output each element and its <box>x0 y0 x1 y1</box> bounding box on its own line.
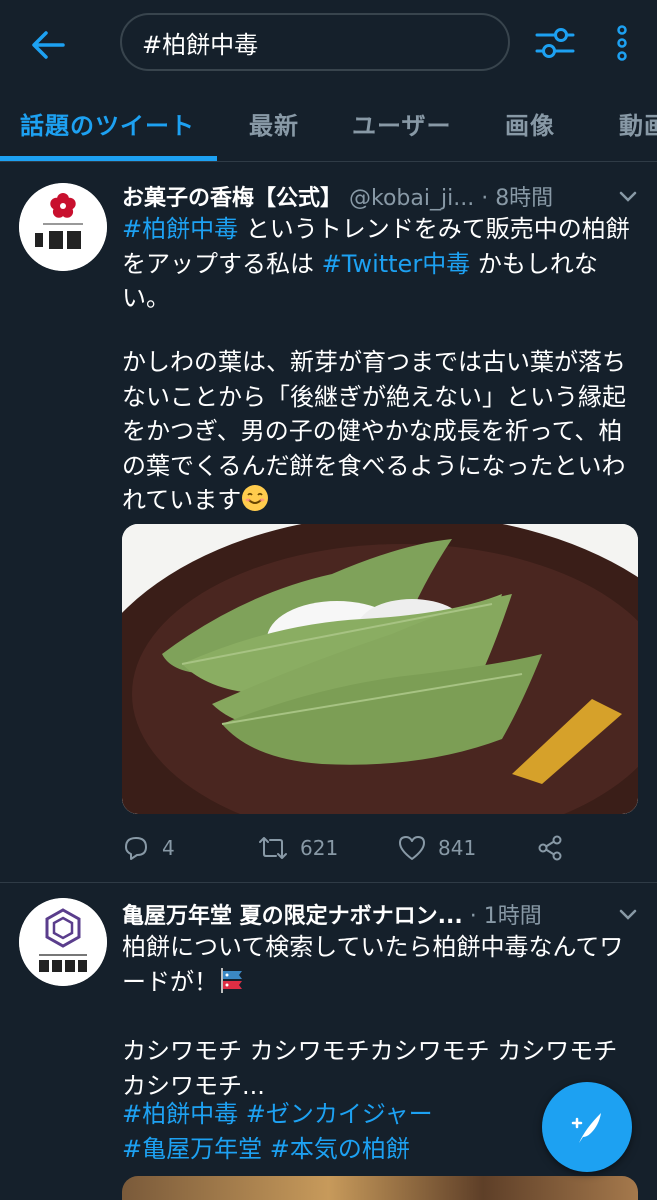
like-count: 841 <box>438 836 477 860</box>
tweet-text: 柏餅について検索していたら柏餅中毒なんてワードが！ <box>122 930 642 999</box>
smiling-face-emoji-icon <box>242 485 269 511</box>
tab-photos[interactable]: 画像 <box>505 106 555 141</box>
more-options-button[interactable] <box>604 20 640 66</box>
compose-icon <box>571 1113 601 1143</box>
hashtag-link[interactable]: #ゼンカイジャー <box>246 1100 433 1128</box>
tweet-menu-button[interactable] <box>617 180 639 214</box>
tweet-image[interactable] <box>122 524 638 814</box>
like-button[interactable]: 841 <box>398 828 476 868</box>
display-name[interactable]: 亀屋万年堂 夏の限定ナボナロン... <box>122 904 463 929</box>
tweet-header: 亀屋万年堂 夏の限定ナボナロン... · 1時間 <box>122 898 639 932</box>
tweet-text-segment: カシワモチ カシワモチカシワモチ カシワモチ カシワモチ... <box>122 1037 625 1100</box>
timestamp: · 8時間 <box>481 186 554 211</box>
search-query: #柏餅中毒 <box>142 30 259 59</box>
tab-videos[interactable]: 動画 <box>619 106 657 141</box>
retweet-count: 621 <box>300 836 339 860</box>
tab-latest[interactable]: 最新 <box>249 106 299 141</box>
compose-tweet-button[interactable] <box>542 1082 632 1172</box>
hashtag-link[interactable]: #柏餅中毒 <box>122 215 238 243</box>
reply-count: 4 <box>162 836 175 860</box>
search-filter-button[interactable] <box>532 20 578 66</box>
tweet-text: #柏餅中毒 というトレンドをみて販売中の柏餅をアップする私は #Twitter中… <box>122 212 642 316</box>
share-icon <box>538 835 562 861</box>
hashtag-link[interactable]: #柏餅中毒 <box>122 1100 238 1128</box>
display-name[interactable]: お菓子の香梅【公式】 <box>122 186 342 211</box>
tweet-actions: 4 621 841 <box>122 828 642 868</box>
reply-icon <box>125 837 147 860</box>
kobai-logo-icon <box>19 183 107 271</box>
kameya-logo-icon <box>19 898 107 986</box>
reply-button[interactable]: 4 <box>122 828 175 868</box>
top-bar: #柏餅中毒 <box>0 0 657 92</box>
tweet-header: お菓子の香梅【公式】 @kobai_ji... · 8時間 <box>122 180 639 214</box>
arrow-left-icon <box>32 31 65 59</box>
avatar[interactable] <box>19 183 107 271</box>
carp-streamer-emoji-icon <box>221 967 242 993</box>
tweet-image[interactable] <box>122 1176 638 1200</box>
chevron-down-icon <box>619 909 637 920</box>
tab-people[interactable]: ユーザー <box>352 106 452 141</box>
timestamp: · 1時間 <box>469 904 542 929</box>
kashiwa-mochi-photo <box>122 524 638 814</box>
chevron-down-icon <box>619 191 637 202</box>
back-button[interactable] <box>22 22 74 68</box>
tweet-divider <box>0 882 657 883</box>
retweet-button[interactable]: 621 <box>258 828 338 868</box>
handle[interactable]: @kobai_ji... <box>349 186 474 211</box>
active-tab-indicator <box>0 156 217 161</box>
avatar[interactable] <box>19 898 107 986</box>
retweet-icon <box>259 837 287 859</box>
search-tabs: 話題のツイート 最新 ユーザー 画像 動画 <box>0 92 657 162</box>
tweet-menu-button[interactable] <box>617 898 639 932</box>
tweet-text-segment: 柏餅について検索していたら柏餅中毒なんてワードが！ <box>122 933 624 996</box>
tweet-text-paragraph: かしわの葉は、新芽が育つまでは古い葉が落ちないことから「後継ぎが絶えない」という… <box>122 345 642 518</box>
sliders-icon <box>535 28 575 58</box>
share-button[interactable] <box>536 828 564 868</box>
tab-top[interactable]: 話題のツイート <box>20 106 195 141</box>
tweet-text-segment: かしわの葉は、新芽が育つまでは古い葉が落ちないことから「後継ぎが絶えない」という… <box>122 348 626 514</box>
heart-icon <box>399 836 425 860</box>
search-input[interactable]: #柏餅中毒 <box>120 13 510 71</box>
hashtag-link[interactable]: #Twitter中毒 <box>322 250 471 278</box>
hashtag-link[interactable]: #亀屋万年堂 <box>122 1135 262 1163</box>
more-vertical-icon <box>617 25 627 61</box>
hashtag-link[interactable]: #本気の柏餅 <box>270 1135 410 1163</box>
